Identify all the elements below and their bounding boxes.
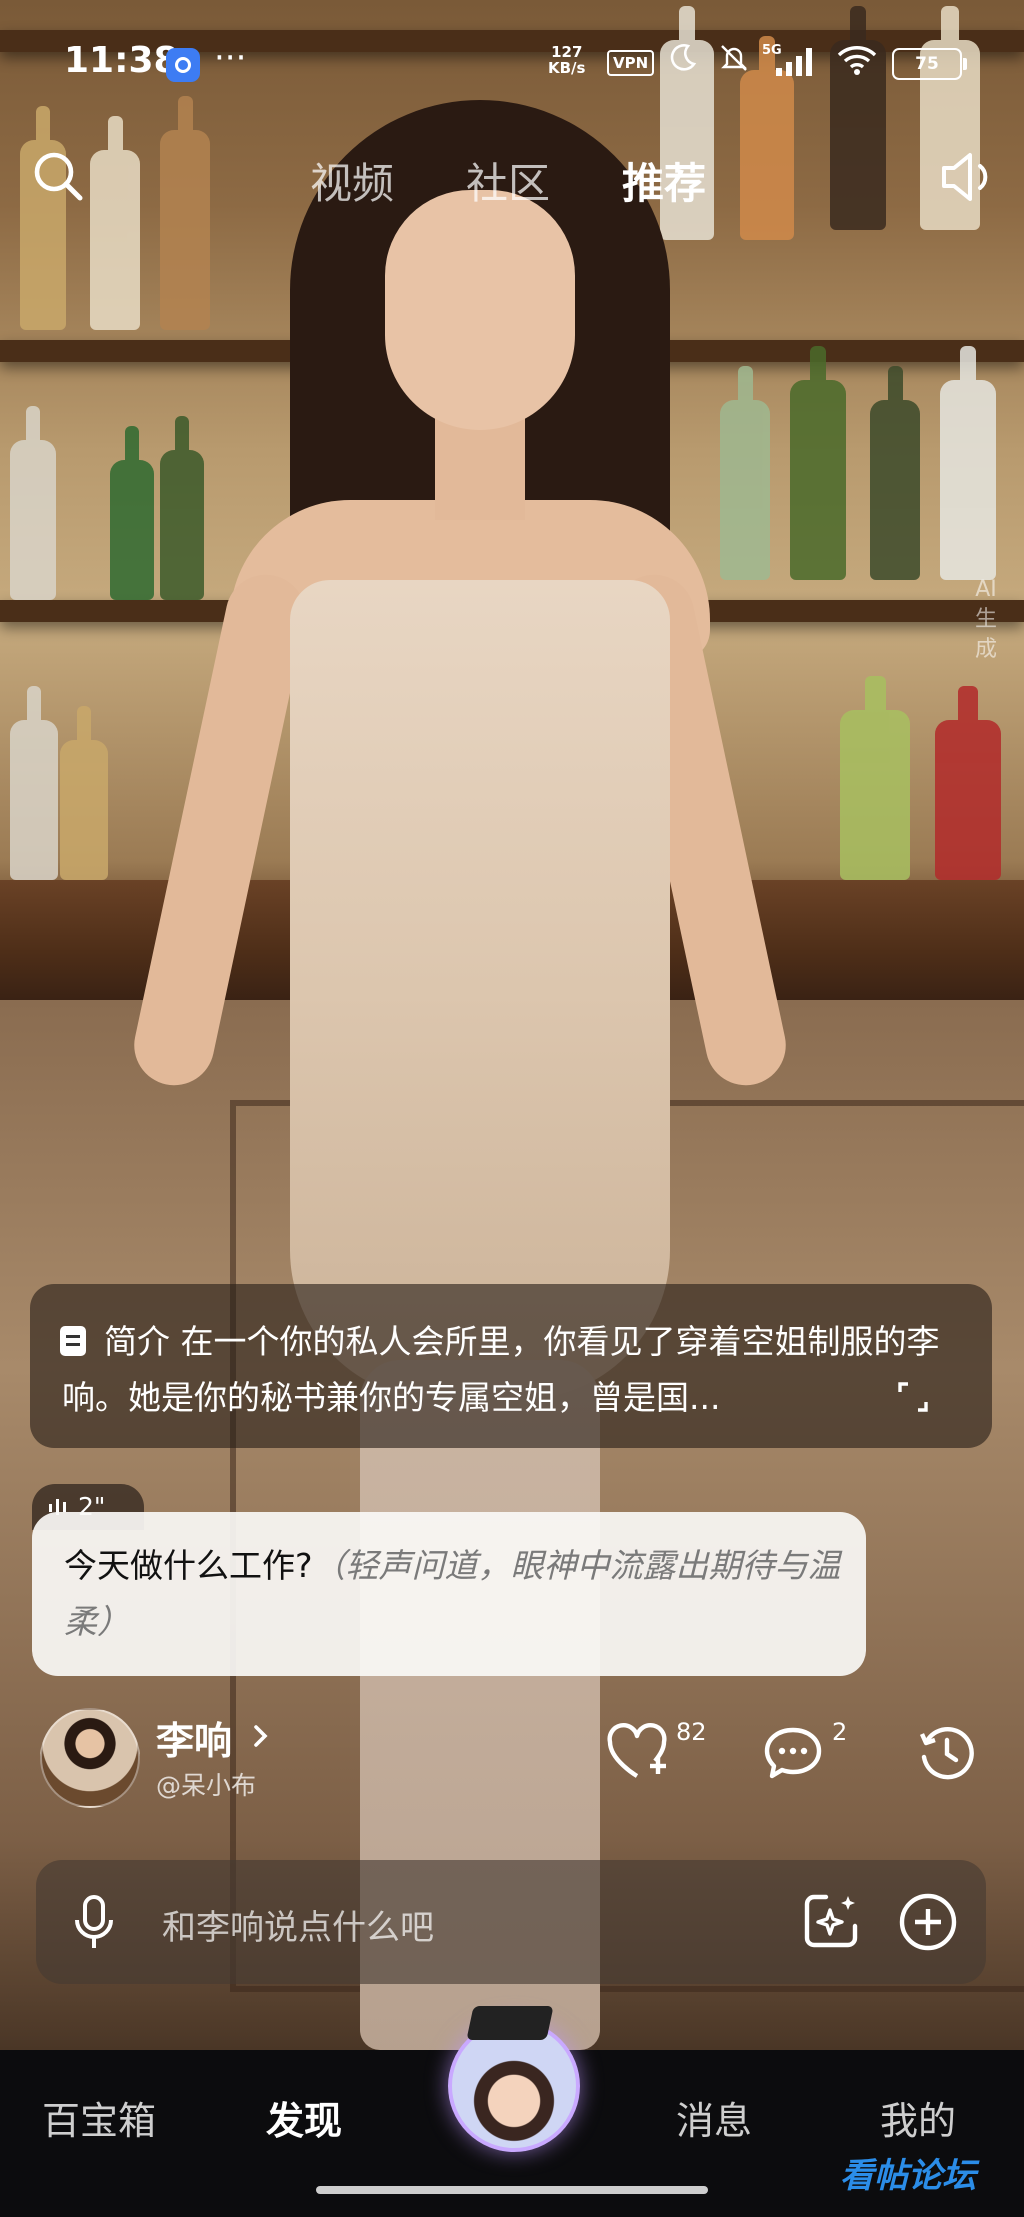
background-character-image: AI生成 <box>0 0 1024 2050</box>
graduation-cap-icon <box>466 2006 554 2040</box>
bottle <box>10 686 58 880</box>
network-speed: 127 KB/s <box>548 44 585 76</box>
cellular-signal-icon: 5G <box>762 43 812 76</box>
message-speech: 今天做什么工作? <box>64 1546 313 1585</box>
nav-discover[interactable]: 发现 <box>266 2090 342 2145</box>
signal-label: 5G <box>762 43 782 58</box>
microphone-icon[interactable] <box>72 1894 116 1950</box>
tab-recommend[interactable]: 推荐 <box>622 150 706 211</box>
bottle <box>60 706 108 880</box>
character-arm <box>126 567 314 1093</box>
bottle <box>110 426 154 600</box>
moon-icon <box>670 44 697 71</box>
status-time: 11:38 <box>64 40 179 81</box>
app-notification-icon <box>166 48 200 82</box>
chat-message-bubble[interactable]: 今天做什么工作?（轻声问道，眼神中流露出期待与温柔） <box>32 1512 866 1676</box>
top-nav: 视频 社区 推荐 <box>0 140 1024 220</box>
expand-icon[interactable] <box>896 1380 930 1414</box>
intro-text-block: 简介 在一个你的私人会所里，你看见了穿着空姐制服的李响。她是你的秘书兼你的专属空… <box>62 1314 942 1426</box>
like-count: 82 <box>676 1718 707 1746</box>
intro-label: 简介 <box>104 1322 170 1361</box>
home-indicator[interactable] <box>316 2186 708 2194</box>
intro-description: 在一个你的私人会所里，你看见了穿着空姐制服的李响。她是你的秘书兼你的专属空姐，曾… <box>62 1322 940 1417</box>
chat-input-bar[interactable]: 和李响说点什么吧 <box>36 1860 986 1984</box>
wifi-icon <box>837 46 877 75</box>
mute-bell-icon <box>721 45 747 71</box>
bottle <box>935 686 1001 880</box>
chevron-right-icon[interactable] <box>252 1722 270 1750</box>
character-name[interactable]: 李响 <box>156 1710 232 1765</box>
nav-me[interactable]: 我的 <box>880 2090 956 2145</box>
chat-input[interactable]: 和李响说点什么吧 <box>162 1900 434 1949</box>
character-avatar[interactable] <box>40 1708 140 1808</box>
tab-video[interactable]: 视频 <box>310 150 394 211</box>
bottle <box>790 346 846 580</box>
vpn-badge: VPN <box>607 50 655 76</box>
character-face <box>385 190 575 430</box>
nav-messages[interactable]: 消息 <box>676 2090 752 2145</box>
comment-icon[interactable] <box>762 1724 824 1782</box>
search-icon[interactable] <box>32 150 84 202</box>
comment-count: 2 <box>832 1718 848 1746</box>
heart-plus-icon[interactable] <box>604 1722 670 1782</box>
speaker-icon[interactable] <box>938 150 996 204</box>
bottle <box>940 346 996 580</box>
more-notifications-icon: ··· <box>214 38 247 78</box>
battery-indicator: 75 <box>892 48 967 80</box>
forum-watermark: 看帖论坛 <box>840 2156 976 2196</box>
intro-card[interactable]: 简介 在一个你的私人会所里，你看见了穿着空姐制服的李响。她是你的秘书兼你的专属空… <box>30 1284 992 1448</box>
creator-handle[interactable]: @呆小布 <box>156 1766 256 1802</box>
bottle <box>840 676 910 880</box>
network-speed-unit: KB/s <box>548 59 586 77</box>
nav-treasure-box[interactable]: 百宝箱 <box>42 2090 156 2145</box>
character-dress <box>290 580 670 1400</box>
chat-message-text: 今天做什么工作?（轻声问道，眼神中流露出期待与温柔） <box>64 1538 844 1650</box>
bottle <box>870 366 920 580</box>
status-bar: 11:38 ··· 127 KB/s VPN 5G 75 <box>0 0 1024 120</box>
add-circle-icon[interactable] <box>898 1892 958 1952</box>
tab-community[interactable]: 社区 <box>466 150 550 211</box>
history-icon[interactable] <box>918 1724 976 1782</box>
network-speed-value: 127 <box>551 43 583 61</box>
bottle <box>10 406 56 600</box>
ai-generated-label: AI生成 <box>974 577 997 662</box>
sparkle-image-icon[interactable] <box>802 1892 860 1950</box>
